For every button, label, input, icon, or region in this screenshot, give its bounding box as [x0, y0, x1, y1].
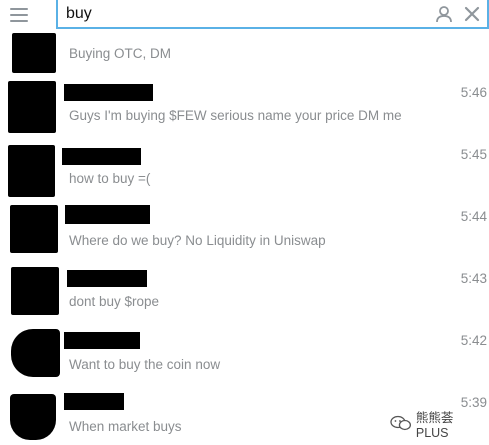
message-time: 5:45 — [460, 147, 487, 162]
search-result-row[interactable]: Buying OTC, DM — [0, 31, 489, 75]
redacted-avatar — [10, 394, 56, 440]
redacted-sender-name — [62, 148, 141, 165]
redacted-sender-name — [64, 332, 140, 349]
search-result-row[interactable]: 5:44 Where do we buy? No Liquidity in Un… — [0, 203, 489, 261]
message-preview: Want to buy the coin now — [69, 357, 221, 372]
message-time: 5:46 — [460, 85, 487, 100]
clear-search-icon[interactable] — [462, 4, 482, 24]
message-time: 5:44 — [460, 209, 487, 224]
search-result-row[interactable]: 5:42 Want to buy the coin now — [0, 327, 489, 385]
redacted-sender-name — [67, 270, 147, 287]
message-preview: Where do we buy? No Liquidity in Uniswap — [69, 233, 326, 248]
redacted-sender-name — [64, 393, 124, 410]
message-preview: When market buys — [69, 419, 182, 434]
from-user-filter-icon[interactable] — [434, 4, 454, 24]
redacted-avatar — [8, 81, 56, 133]
message-preview: Buying OTC, DM — [69, 46, 172, 61]
redacted-sender-name — [64, 84, 153, 101]
search-result-row[interactable]: 5:45 how to buy =( — [0, 143, 489, 201]
redacted-avatar — [11, 267, 59, 315]
redacted-avatar — [8, 145, 55, 197]
redacted-avatar — [10, 205, 58, 253]
redacted-avatar — [12, 33, 56, 73]
redacted-sender-name — [65, 205, 150, 224]
search-input[interactable] — [66, 3, 366, 25]
message-preview: Guys I'm buying $FEW serious name your p… — [69, 108, 402, 123]
search-header — [0, 0, 489, 31]
message-time: 5:42 — [460, 333, 487, 348]
message-preview: dont buy $rope — [69, 294, 160, 309]
search-result-row[interactable]: 5:46 Guys I'm buying $FEW serious name y… — [0, 79, 489, 137]
search-result-row[interactable]: 5:43 dont buy $rope — [0, 265, 489, 323]
watermark-text: 熊熊荟 PLUS — [415, 410, 454, 440]
wechat-logo-icon — [390, 415, 412, 431]
search-box — [56, 0, 489, 29]
message-time: 5:43 — [460, 271, 487, 286]
redacted-avatar — [11, 329, 60, 377]
message-preview: how to buy =( — [69, 171, 151, 186]
watermark: 熊熊荟 PLUS — [390, 411, 489, 440]
hamburger-menu-icon[interactable] — [8, 4, 32, 26]
